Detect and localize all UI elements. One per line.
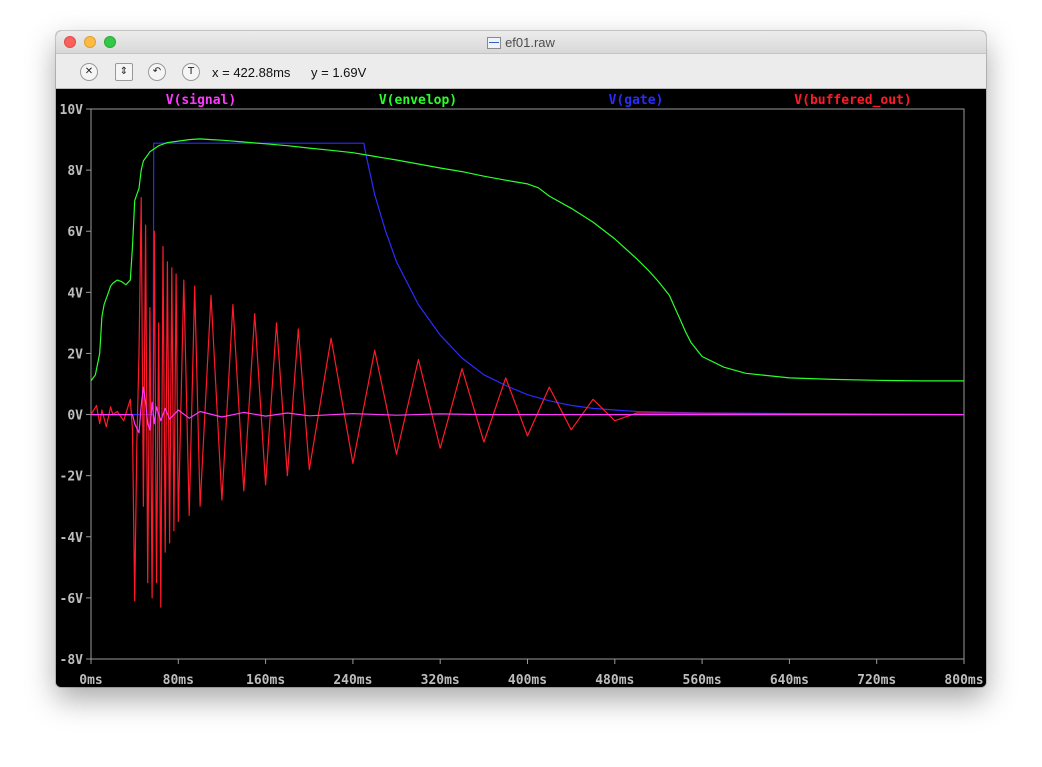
x-tick-label: 800ms bbox=[944, 673, 983, 687]
cursor-y-readout: y = 1.69V bbox=[311, 65, 367, 80]
ruler-cursor-icon[interactable]: T bbox=[182, 63, 200, 81]
zoom-cancel-icon[interactable]: ✕ bbox=[80, 63, 98, 81]
y-tick-label: -4V bbox=[60, 531, 84, 546]
legend-entry: V(gate) bbox=[609, 93, 664, 108]
x-tick-label: 240ms bbox=[333, 673, 372, 687]
window-title-text: ef01.raw bbox=[505, 35, 555, 50]
y-tick-label: 8V bbox=[67, 164, 83, 179]
series-line-vsignal bbox=[91, 386, 964, 434]
x-tick-label: 320ms bbox=[421, 673, 460, 687]
x-tick-label: 720ms bbox=[857, 673, 896, 687]
legend-entry: V(signal) bbox=[166, 93, 236, 108]
x-tick-label: 640ms bbox=[770, 673, 809, 687]
x-tick-label: 400ms bbox=[508, 673, 547, 687]
plot-area[interactable]: 10V 8V 6V 4V 2V 0V -2V -4V -6V -8V 0ms 80ms 160ms 240… bbox=[56, 89, 986, 687]
x-tick-label: 0ms bbox=[79, 673, 102, 687]
x-tick-label: 80ms bbox=[163, 673, 194, 687]
undo-zoom-icon[interactable]: ↶ bbox=[148, 63, 166, 81]
y-tick-label: 6V bbox=[67, 225, 83, 240]
legend-entry: V(buffered_out) bbox=[794, 93, 911, 108]
plot-frame bbox=[90, 108, 965, 660]
y-tick-label: 10V bbox=[60, 103, 84, 118]
y-tick-label: 4V bbox=[67, 286, 83, 301]
title-bar: ef01.raw bbox=[56, 31, 986, 54]
x-tick-label: 480ms bbox=[595, 673, 634, 687]
cursor-x-readout: x = 422.88ms bbox=[212, 65, 291, 80]
y-tick-label: -2V bbox=[60, 470, 84, 485]
toolbar: ✕ ⇕ ↶ T x = 422.88ms y = 1.69V bbox=[56, 54, 986, 89]
window-title: ef01.raw bbox=[56, 35, 986, 50]
autorange-icon[interactable]: ⇕ bbox=[115, 63, 133, 81]
waveform-document-icon bbox=[487, 37, 502, 49]
series-line-venvelop bbox=[90, 138, 964, 382]
y-tick-label: 0V bbox=[67, 409, 83, 424]
y-tick-label: -8V bbox=[60, 653, 84, 668]
y-tick-label: 2V bbox=[67, 347, 83, 362]
y-tick-label: -6V bbox=[60, 592, 84, 607]
waveform-viewer-window: ef01.raw ✕ ⇕ ↶ T x = 422.88ms y = 1.69V … bbox=[56, 31, 986, 687]
x-tick-label: 160ms bbox=[246, 673, 285, 687]
waveform-chart[interactable]: 10V 8V 6V 4V 2V 0V -2V -4V -6V -8V 0ms 80ms 160ms 240… bbox=[56, 89, 986, 687]
x-tick-label: 560ms bbox=[683, 673, 722, 687]
series-line-vbuffered_out bbox=[90, 197, 965, 608]
legend-entry: V(envelop) bbox=[379, 93, 457, 108]
